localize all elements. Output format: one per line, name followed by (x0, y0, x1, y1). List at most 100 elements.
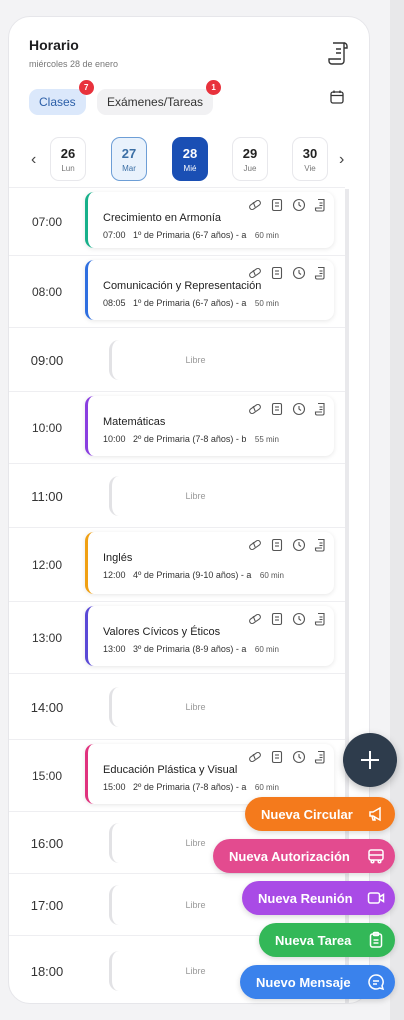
prev-week-arrow[interactable]: ‹ (31, 151, 36, 169)
book-icon[interactable] (270, 402, 284, 416)
class-card[interactable]: Comunicación y Representación 08:05 1º d… (85, 260, 334, 320)
pill-icon[interactable] (248, 750, 262, 764)
class-row: 08:00 Comunicación y Representación 08:0… (9, 255, 345, 327)
class-name: Educación Plástica y Visual (103, 764, 238, 776)
time-label: 10:00 (31, 421, 63, 435)
book-icon[interactable] (270, 198, 284, 212)
action-button-nueva-reunión[interactable]: Nueva Reunión (242, 881, 395, 915)
class-card[interactable]: Valores Cívicos y Éticos 13:00 3º de Pri… (85, 606, 334, 666)
class-duration: 50 min (254, 299, 279, 308)
action-button-nuevo-mensaje[interactable]: Nuevo Mensaje (240, 965, 395, 999)
class-group: 1º de Primaria (6-7 años) - a (133, 298, 247, 308)
day-28-selected[interactable]: 28 Mié (172, 137, 208, 181)
scroll-icon[interactable] (314, 750, 328, 764)
action-button-nueva-autorización[interactable]: Nueva Autorización (213, 839, 395, 873)
book-icon[interactable] (270, 612, 284, 626)
class-card[interactable]: Crecimiento en Armonía 07:00 1º de Prima… (85, 192, 334, 248)
class-duration: 60 min (254, 231, 279, 240)
clipboard-icon (369, 931, 383, 948)
free-slot[interactable]: Libre (109, 340, 279, 380)
plus-icon (361, 751, 379, 769)
clock-icon[interactable] (292, 266, 306, 280)
tab-examenes-badge: 1 (206, 80, 222, 95)
class-duration: 60 min (254, 645, 279, 654)
tab-examenes-label: Exámenes/Tareas (107, 95, 204, 109)
class-name: Inglés (103, 552, 133, 564)
tab-examenes[interactable]: Exámenes/Tareas 1 (97, 80, 222, 115)
next-week-arrow[interactable]: › (339, 151, 344, 169)
tab-clases-badge: 7 (78, 80, 94, 95)
book-icon[interactable] (270, 750, 284, 764)
day-weekday: Mar (122, 163, 136, 173)
calendar-icon[interactable] (329, 89, 345, 105)
day-weekday: Jue (243, 163, 257, 173)
class-meta: 10:00 2º de Primaria (7-8 años) - b 55 m… (103, 434, 279, 444)
free-slot-row: 11:00 Libre (9, 463, 345, 527)
class-duration: 60 min (259, 571, 284, 580)
time-label: 18:00 (30, 964, 64, 979)
pill-icon[interactable] (248, 612, 262, 626)
class-card[interactable]: Educación Plástica y Visual 15:00 2º de … (85, 744, 334, 804)
action-label: Nueva Autorización (229, 848, 350, 864)
day-29[interactable]: 29 Jue (232, 137, 268, 181)
time-label: 11:00 (31, 489, 63, 504)
tab-clases[interactable]: Clases 7 (29, 80, 94, 115)
scroll-icon[interactable] (314, 612, 328, 626)
tab-clases-label: Clases (39, 95, 76, 109)
class-group: 1º de Primaria (6-7 años) - a (133, 230, 247, 240)
class-actions (248, 612, 328, 626)
clock-icon[interactable] (292, 402, 306, 416)
day-27[interactable]: 27 Mar (111, 137, 147, 181)
day-number: 27 (121, 145, 137, 161)
scroll-icon[interactable] (314, 198, 328, 212)
class-start: 10:00 (103, 434, 126, 444)
background-strip (390, 0, 404, 1020)
day-30[interactable]: 30 Vie (292, 137, 328, 181)
clock-icon[interactable] (292, 612, 306, 626)
clock-icon[interactable] (292, 198, 306, 212)
action-label: Nuevo Mensaje (256, 974, 351, 990)
book-icon[interactable] (270, 266, 284, 280)
class-card[interactable]: Inglés 12:00 4º de Primaria (9-10 años) … (85, 532, 334, 594)
class-group: 2º de Primaria (7-8 años) - b (133, 434, 247, 444)
pill-icon[interactable] (248, 198, 262, 212)
document-icon[interactable] (327, 41, 351, 67)
day-number: 30 (302, 145, 318, 161)
class-card[interactable]: Matemáticas 10:00 2º de Primaria (7-8 añ… (85, 396, 334, 456)
action-button-nueva-tarea[interactable]: Nueva Tarea (259, 923, 395, 957)
day-26[interactable]: 26 Lun (50, 137, 86, 181)
pill-icon[interactable] (248, 402, 262, 416)
pill-icon[interactable] (248, 266, 262, 280)
action-label: Nueva Tarea (275, 932, 352, 948)
scroll-icon[interactable] (314, 266, 328, 280)
action-button-nueva-circular[interactable]: Nueva Circular (245, 797, 395, 831)
class-duration: 55 min (254, 435, 279, 444)
free-slot[interactable]: Libre (109, 476, 279, 516)
pill-icon[interactable] (248, 538, 262, 552)
scroll-icon[interactable] (314, 402, 328, 416)
free-slot[interactable]: Libre (109, 687, 279, 727)
day-weekday: Lun (61, 163, 75, 173)
class-name: Matemáticas (103, 416, 166, 428)
class-name: Comunicación y Representación (103, 280, 262, 292)
class-meta: 12:00 4º de Primaria (9-10 años) - a 60 … (103, 570, 284, 580)
class-start: 13:00 (103, 644, 126, 654)
time-label: 07:00 (31, 215, 63, 229)
day-number: 28 (182, 145, 198, 161)
day-number: 26 (60, 145, 76, 161)
scroll-icon[interactable] (314, 538, 328, 552)
class-actions (248, 750, 328, 764)
clock-icon[interactable] (292, 750, 306, 764)
class-start: 07:00 (103, 230, 126, 240)
class-actions (248, 402, 328, 416)
book-icon[interactable] (270, 538, 284, 552)
clock-icon[interactable] (292, 538, 306, 552)
add-button[interactable] (343, 733, 397, 787)
time-label: 09:00 (30, 353, 64, 368)
class-meta: 13:00 3º de Primaria (8-9 años) - a 60 m… (103, 644, 279, 654)
day-weekday: Mié (183, 163, 197, 173)
page-title: Horario (29, 37, 79, 53)
class-name: Valores Cívicos y Éticos (103, 626, 221, 638)
class-row: 07:00 Crecimiento en Armonía 07:00 1º de… (9, 187, 345, 255)
time-label: 16:00 (30, 836, 64, 851)
